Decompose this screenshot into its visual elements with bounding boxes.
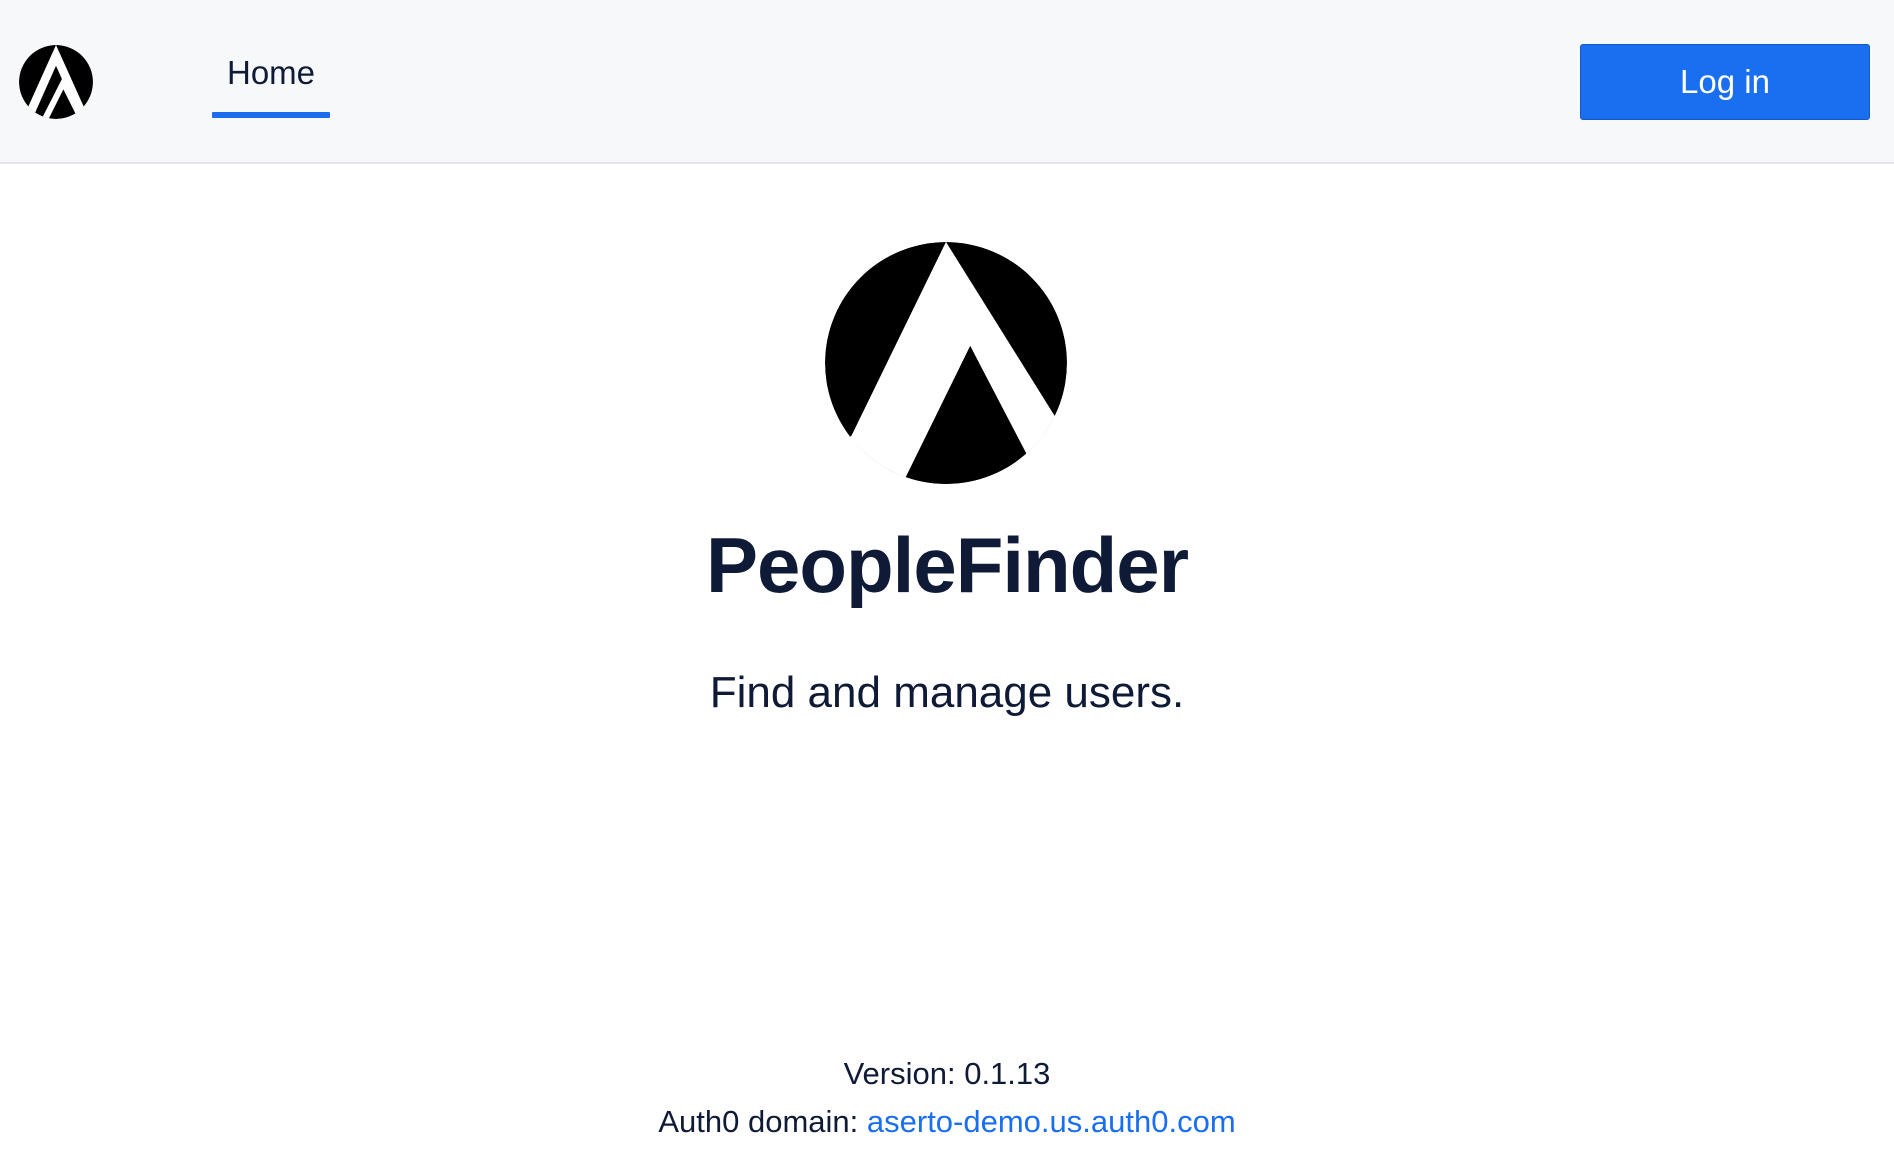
version-text: Version: 0.1.13 <box>843 1056 1051 1091</box>
tab-home[interactable]: Home <box>212 42 330 118</box>
page-subtitle: Find and manage users. <box>709 668 1185 717</box>
top-navbar: Home Log in <box>0 0 1894 164</box>
aserto-logo-icon[interactable] <box>19 45 93 119</box>
auth0-domain-label: Auth0 domain: <box>658 1104 867 1139</box>
aserto-logo-icon <box>825 242 1067 484</box>
auth0-domain-row: Auth0 domain: aserto-demo.us.auth0.com <box>0 1098 1894 1146</box>
footer: Version: 0.1.13 Auth0 domain: aserto-dem… <box>0 1050 1894 1146</box>
login-button[interactable]: Log in <box>1580 44 1870 120</box>
page-title: PeopleFinder <box>705 521 1189 609</box>
tab-active-indicator <box>212 112 330 118</box>
tab-home-label: Home <box>226 54 316 91</box>
auth0-domain-link[interactable]: aserto-demo.us.auth0.com <box>867 1104 1236 1139</box>
